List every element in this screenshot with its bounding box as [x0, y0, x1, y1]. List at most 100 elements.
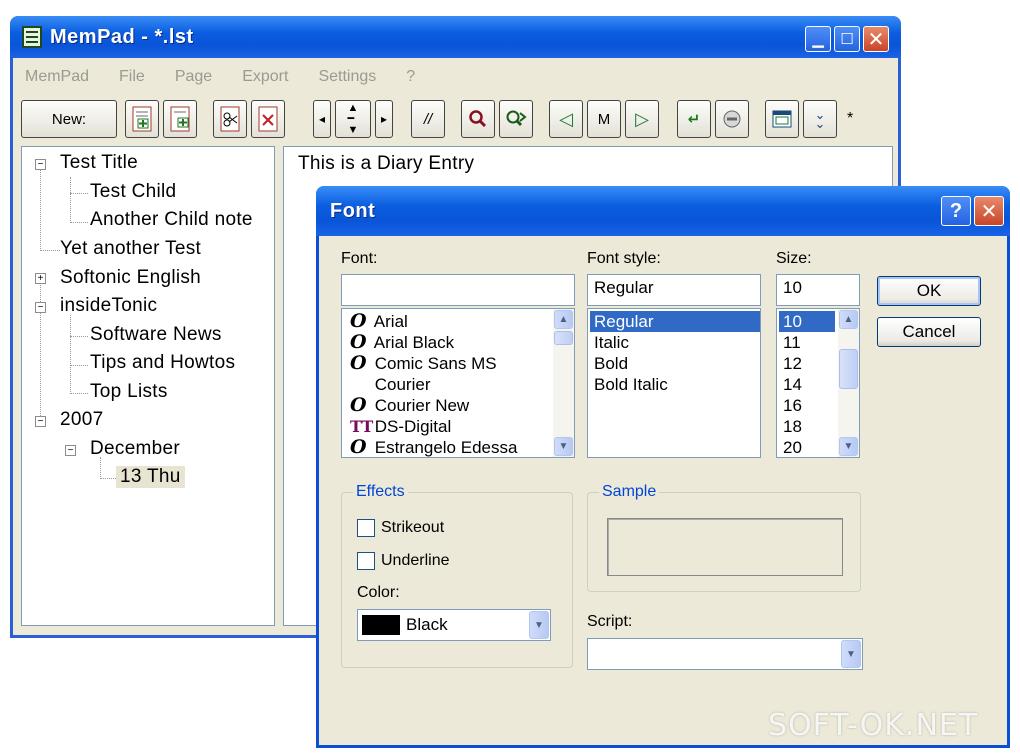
- window-button[interactable]: [765, 100, 799, 138]
- color-select[interactable]: Black ▼: [357, 609, 551, 641]
- underline-label[interactable]: Underline: [381, 552, 449, 570]
- scroll-thumb[interactable]: [839, 349, 858, 389]
- font-listbox[interactable]: O Arial O Arial Black O Comic Sans MS Co…: [341, 308, 575, 458]
- forward-button[interactable]: ▷: [625, 100, 659, 138]
- undo-button[interactable]: ↵: [677, 100, 711, 138]
- font-dialog-title-bar[interactable]: Font ? ✕: [316, 186, 1010, 236]
- size-input[interactable]: 10: [776, 274, 860, 306]
- tree-item[interactable]: insideTonic: [60, 295, 157, 317]
- size-listbox[interactable]: 10 11 12 14 16 18 20 ▲ ▼: [776, 308, 860, 458]
- style-list-item[interactable]: Bold: [594, 353, 628, 374]
- style-list-item[interactable]: Bold Italic: [594, 374, 668, 395]
- strikeout-checkbox[interactable]: [357, 519, 375, 537]
- style-list-item[interactable]: Italic: [594, 332, 629, 353]
- ok-button[interactable]: OK: [877, 276, 981, 306]
- tree-item[interactable]: 2007: [60, 409, 103, 431]
- menu-export[interactable]: Export: [242, 68, 288, 86]
- help-button[interactable]: ?: [941, 196, 971, 226]
- search-button[interactable]: [461, 100, 495, 138]
- scroll-down-icon[interactable]: ▼: [554, 437, 573, 456]
- font-list-item[interactable]: TT DS-Digital: [350, 416, 451, 437]
- size-list-item[interactable]: 18: [783, 416, 802, 437]
- page-tree[interactable]: − Test Title Test Child Another Child no…: [21, 146, 275, 626]
- font-list-item[interactable]: O Arial Black: [350, 332, 454, 353]
- add-sibling-button[interactable]: [125, 100, 159, 138]
- strikeout-label[interactable]: Strikeout: [381, 519, 444, 537]
- move-right-button[interactable]: ▸: [375, 100, 393, 138]
- size-list-scrollbar[interactable]: ▲ ▼: [838, 309, 859, 457]
- menu-settings[interactable]: Settings: [318, 68, 376, 86]
- mempad-title-bar[interactable]: MemPad - *.lst ▁ ☐ ✕: [10, 16, 901, 58]
- tree-item-selected[interactable]: 13 Thu: [116, 466, 185, 488]
- chevron-down-icon[interactable]: ▼: [529, 611, 549, 639]
- font-list-item[interactable]: O Courier New: [350, 395, 469, 416]
- font-list-scrollbar[interactable]: ▲ ▼: [553, 309, 574, 457]
- scroll-up-icon[interactable]: ▲: [554, 310, 573, 329]
- tree-item[interactable]: Another Child note: [90, 209, 253, 231]
- font-list-item[interactable]: O Arial: [350, 311, 408, 332]
- tree-collapse-icon[interactable]: −: [35, 302, 46, 313]
- cut-button[interactable]: [213, 100, 247, 138]
- menu-page[interactable]: Page: [175, 68, 212, 86]
- chevron-down-icon[interactable]: ▼: [841, 640, 861, 668]
- tree-collapse-icon[interactable]: −: [65, 445, 76, 456]
- help-icon: ?: [949, 199, 963, 222]
- size-label: Size:: [776, 250, 812, 267]
- more-button[interactable]: ⌄ ⌄: [803, 100, 837, 138]
- tree-item[interactable]: Test Title: [60, 152, 138, 174]
- move-left-button[interactable]: ◂: [313, 100, 331, 138]
- minimize-button[interactable]: ▁: [805, 26, 831, 52]
- underline-checkbox[interactable]: [357, 552, 375, 570]
- back-button[interactable]: ◁: [549, 100, 583, 138]
- forward-icon: ▷: [635, 108, 649, 129]
- bookmark-button[interactable]: M: [587, 100, 621, 138]
- comment-button[interactable]: //: [411, 100, 445, 138]
- cut-icon: [220, 106, 240, 132]
- menu-file[interactable]: File: [119, 68, 145, 86]
- size-list-item-selected[interactable]: 10: [779, 311, 835, 332]
- tree-item[interactable]: Top Lists: [90, 381, 168, 403]
- tree-item[interactable]: Softonic English: [60, 267, 201, 289]
- font-name-input[interactable]: [341, 274, 575, 306]
- menu-help[interactable]: ?: [406, 68, 415, 86]
- move-up-down-button[interactable]: ▲ ━ ▼: [335, 100, 371, 138]
- tree-item[interactable]: Software News: [90, 324, 222, 346]
- mempad-app-icon: [22, 26, 42, 48]
- script-select[interactable]: ▼: [587, 638, 863, 670]
- tree-expand-icon[interactable]: +: [35, 273, 46, 284]
- close-button[interactable]: ✕: [863, 26, 889, 52]
- new-button[interactable]: New:: [21, 100, 117, 138]
- delete-button[interactable]: [251, 100, 285, 138]
- tree-collapse-icon[interactable]: −: [35, 416, 46, 427]
- tree-item[interactable]: Tips and Howtos: [90, 352, 235, 374]
- font-list-item[interactable]: O Estrangelo Edessa: [350, 437, 517, 458]
- font-style-label: Font style:: [587, 250, 661, 267]
- size-list-item[interactable]: 11: [783, 332, 801, 353]
- font-style-input[interactable]: Regular: [587, 274, 761, 306]
- stop-button[interactable]: [715, 100, 749, 138]
- style-list-item-selected[interactable]: Regular: [590, 311, 760, 332]
- dialog-close-button[interactable]: ✕: [974, 196, 1004, 226]
- cancel-button[interactable]: Cancel: [877, 317, 981, 347]
- font-style-listbox[interactable]: Regular Italic Bold Bold Italic: [587, 308, 761, 458]
- menu-mempad[interactable]: MemPad: [25, 68, 89, 86]
- size-list-item[interactable]: 14: [783, 374, 802, 395]
- tree-item[interactable]: Test Child: [90, 181, 176, 203]
- tree-collapse-icon[interactable]: −: [35, 159, 46, 170]
- scroll-thumb[interactable]: [554, 331, 573, 345]
- font-list-item[interactable]: Courier: [350, 374, 431, 395]
- menu-bar: MemPad File Page Export Settings ?: [13, 64, 893, 90]
- truetype-font-icon: TT: [350, 417, 374, 436]
- tree-item[interactable]: December: [90, 438, 180, 460]
- scroll-up-icon[interactable]: ▲: [839, 310, 858, 329]
- add-child-button[interactable]: [163, 100, 197, 138]
- size-list-item[interactable]: 20: [783, 437, 802, 457]
- bookmark-icon: M: [597, 110, 611, 128]
- maximize-button[interactable]: ☐: [834, 26, 860, 52]
- font-list-item[interactable]: O Comic Sans MS: [350, 353, 497, 374]
- size-list-item[interactable]: 16: [783, 395, 802, 416]
- search-next-button[interactable]: [499, 100, 533, 138]
- size-list-item[interactable]: 12: [783, 353, 802, 374]
- tree-item[interactable]: Yet another Test: [60, 238, 201, 260]
- scroll-down-icon[interactable]: ▼: [839, 437, 858, 456]
